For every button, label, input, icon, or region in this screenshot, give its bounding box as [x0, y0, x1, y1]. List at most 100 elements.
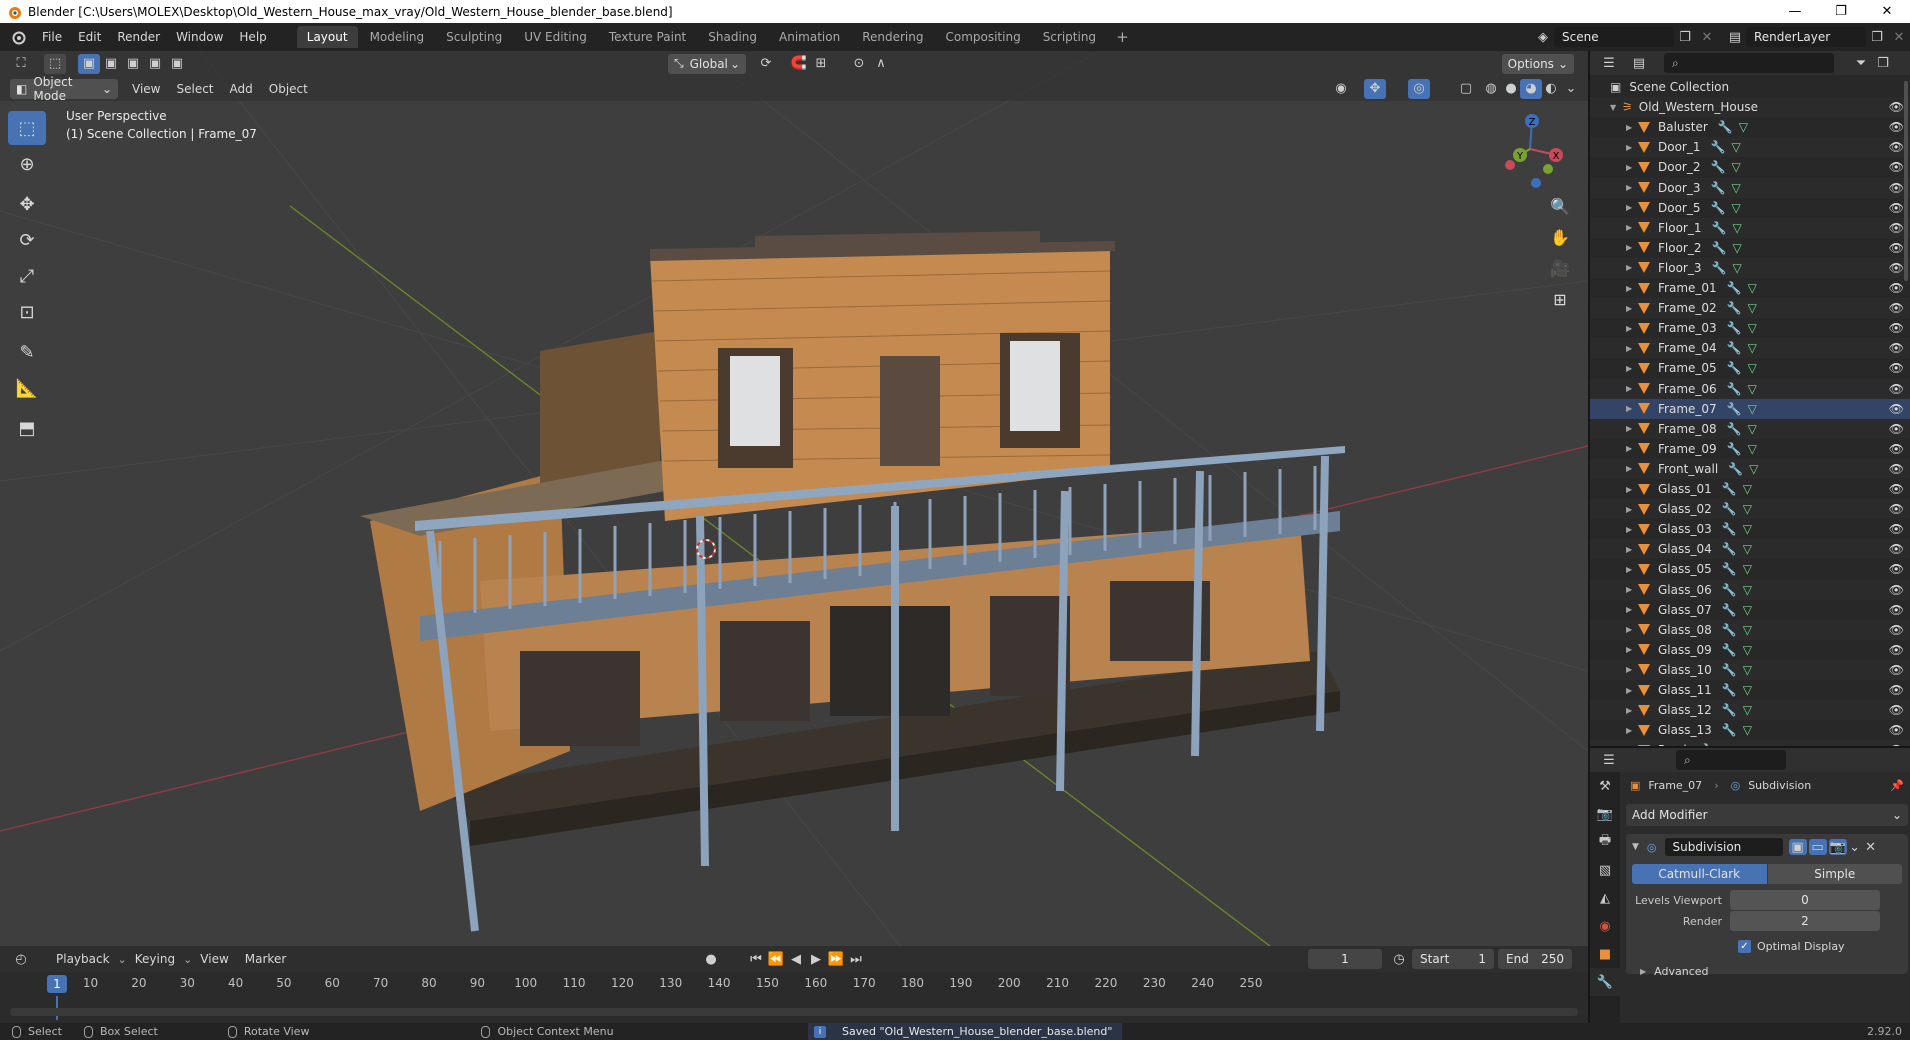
tab-sculpting[interactable]: Sculpting: [436, 26, 512, 48]
mesh-data-icon[interactable]: ▽: [1739, 120, 1748, 134]
tab-texture-paint[interactable]: Texture Paint: [599, 26, 696, 48]
visibility-eye-icon[interactable]: 👁: [1889, 462, 1904, 476]
expand-arrow-icon[interactable]: ▶: [1626, 424, 1638, 433]
expand-arrow-icon[interactable]: ▶: [1626, 665, 1638, 674]
cursor-tool-icon[interactable]: ⊕: [8, 147, 46, 181]
frame-ruler[interactable]: 1 10 20 30 40 50 60 70 80 90 100 110 120 130 140 150 16…: [0, 972, 1588, 996]
visibility-eye-icon[interactable]: 👁: [1889, 321, 1904, 335]
jump-start-icon[interactable]: ⏮: [745, 949, 767, 969]
scene-selector-icon[interactable]: ◈: [1532, 27, 1554, 47]
visibility-icon[interactable]: ◉: [1330, 79, 1352, 99]
modifier-icon[interactable]: 🔧: [1727, 402, 1742, 416]
mesh-data-icon[interactable]: ▽: [1748, 442, 1757, 456]
expand-arrow-icon[interactable]: ▶: [1626, 243, 1638, 252]
modifier-icon[interactable]: 🔧: [1712, 221, 1727, 235]
maximize-button[interactable]: ❐: [1818, 0, 1864, 23]
tab-shading[interactable]: Shading: [698, 26, 767, 48]
outliner-object-row[interactable]: ▶ Glass_09 🔧 ▽ 👁: [1590, 640, 1910, 660]
snap-target-icon[interactable]: ⊞: [810, 54, 832, 74]
outliner-object-row[interactable]: ▶ Baluster 🔧 ▽ 👁: [1590, 117, 1910, 137]
visibility-eye-icon[interactable]: 👁: [1889, 663, 1904, 677]
visibility-eye-icon[interactable]: 👁: [1889, 482, 1904, 496]
tab-uv-editing[interactable]: UV Editing: [514, 26, 597, 48]
expand-arrow-icon[interactable]: ▶: [1626, 726, 1638, 735]
expand-arrow-icon[interactable]: ▶: [1626, 364, 1638, 373]
timeline-menu-playback[interactable]: Playback: [48, 952, 118, 966]
viewport-menu-add[interactable]: Add: [222, 82, 261, 96]
zoom-view-icon[interactable]: 🔍: [1545, 191, 1575, 221]
tab-rendering[interactable]: Rendering: [852, 26, 933, 48]
collapse-arrow-icon[interactable]: ▼: [1632, 842, 1639, 852]
mesh-data-icon[interactable]: ▽: [1748, 361, 1757, 375]
visibility-eye-icon[interactable]: 👁: [1889, 683, 1904, 697]
viewport-toggle-icon[interactable]: ▭: [1808, 839, 1827, 855]
blender-menu-icon[interactable]: [10, 29, 26, 45]
snap-icon[interactable]: 🧲: [788, 54, 810, 74]
outliner-object-row[interactable]: ▶ Glass_05 🔧 ▽ 👁: [1590, 559, 1910, 579]
mesh-data-icon[interactable]: ▽: [1743, 683, 1752, 697]
tool-select-icon[interactable]: ⬚: [44, 53, 66, 74]
annotate-tool-icon[interactable]: ✎: [8, 335, 46, 369]
expand-arrow-icon[interactable]: ▶: [1626, 163, 1638, 172]
modifier-icon[interactable]: 🔧: [1722, 603, 1737, 617]
mesh-data-icon[interactable]: ▽: [1731, 140, 1740, 154]
visibility-eye-icon[interactable]: 👁: [1889, 261, 1904, 275]
jump-keyframe-forward-icon[interactable]: ⏩: [825, 949, 847, 969]
render-tab-icon[interactable]: 📷: [1590, 800, 1620, 828]
modifier-icon[interactable]: 🔧: [1722, 502, 1737, 516]
auto-keying-icon[interactable]: ●: [700, 949, 722, 969]
expand-arrow-icon[interactable]: ▶: [1626, 203, 1638, 212]
mesh-data-icon[interactable]: ▽: [1731, 160, 1740, 174]
falloff-icon[interactable]: ∧: [870, 54, 892, 74]
shading-options-icon[interactable]: ⌄: [1560, 79, 1582, 99]
new-view-layer-icon[interactable]: ❐: [1866, 27, 1888, 47]
object-mode-dropdown[interactable]: ◧ Object Mode ⌄: [10, 75, 118, 103]
render-levels-field[interactable]: 2: [1730, 911, 1880, 931]
mesh-data-icon[interactable]: ▽: [1748, 281, 1757, 295]
outliner-object-row[interactable]: ▶ Glass_02 🔧 ▽ 👁: [1590, 499, 1910, 520]
mesh-data-icon[interactable]: ▽: [1743, 522, 1752, 536]
advanced-subpanel[interactable]: ▶ Advanced: [1626, 963, 1908, 979]
visibility-eye-icon[interactable]: 👁: [1889, 281, 1904, 295]
ortho-toggle-icon[interactable]: ⊞: [1545, 284, 1575, 314]
modifier-icon[interactable]: 🔧: [1722, 703, 1737, 717]
render-layer-field[interactable]: RenderLayer: [1746, 27, 1866, 47]
world-tab-icon[interactable]: ◉: [1590, 912, 1620, 940]
start-frame-field[interactable]: Start 1: [1412, 949, 1494, 969]
current-frame-field[interactable]: 1: [1308, 949, 1382, 969]
outliner-object-row[interactable]: ▶ Glass_01 🔧 ▽ 👁: [1590, 479, 1910, 499]
tab-layout[interactable]: Layout: [296, 26, 358, 48]
expand-arrow-icon[interactable]: ▶: [1626, 625, 1638, 634]
visibility-eye-icon[interactable]: 👁: [1889, 703, 1904, 717]
solid-shading-icon[interactable]: ●: [1500, 79, 1522, 99]
outliner-object-row[interactable]: ▶ Glass_04 🔧 ▽ 👁: [1590, 539, 1910, 560]
outliner-object-row[interactable]: ▶ Door_5 🔧 ▽ 👁: [1590, 198, 1910, 218]
outliner[interactable]: ☰ ▤ ⌕ ⏷ ❐ ▣ Scene Collection ▼ ⚞ Old_Western…: [1588, 51, 1910, 746]
visibility-eye-icon[interactable]: 👁: [1889, 181, 1904, 195]
render-toggle-icon[interactable]: 📷: [1828, 839, 1847, 855]
mesh-data-icon[interactable]: ▽: [1743, 623, 1752, 637]
modifier-icon[interactable]: 🔧: [1722, 522, 1737, 536]
expand-arrow-icon[interactable]: ▶: [1626, 505, 1638, 514]
mesh-data-icon[interactable]: ▽: [1748, 382, 1757, 396]
expand-arrow-icon[interactable]: ▶: [1626, 263, 1638, 272]
mesh-data-icon[interactable]: ▽: [1731, 201, 1740, 215]
navigation-gizmo[interactable]: Z X Y: [1490, 111, 1570, 191]
expand-arrow-icon[interactable]: ▶: [1626, 485, 1638, 494]
expand-arrow-icon[interactable]: ▶: [1626, 143, 1638, 152]
scene-tab-icon[interactable]: ◭: [1590, 884, 1620, 912]
select-extend-icon[interactable]: ▣: [100, 54, 122, 74]
outliner-object-row[interactable]: ▶ Glass_06 🔧 ▽ 👁: [1590, 579, 1910, 600]
outliner-scene-collection[interactable]: ▣ Scene Collection: [1590, 77, 1910, 97]
mesh-data-icon[interactable]: ▽: [1743, 723, 1752, 737]
transform-orientation-dropdown[interactable]: ⤡ Global ⌄: [668, 53, 746, 74]
expand-arrow-icon[interactable]: ▶: [1626, 464, 1638, 473]
select-subtract-icon[interactable]: ▣: [122, 54, 144, 74]
modifier-menu-icon[interactable]: ⌄: [1847, 837, 1863, 857]
gizmo-toggle-icon[interactable]: ✥: [1364, 78, 1386, 99]
properties-editor-type-icon[interactable]: ☰: [1598, 750, 1620, 770]
minimize-button[interactable]: —: [1772, 0, 1818, 23]
visibility-eye-icon[interactable]: 👁: [1889, 140, 1904, 154]
modifier-icon[interactable]: 🔧: [1711, 140, 1726, 154]
visibility-eye-icon[interactable]: 👁: [1889, 201, 1904, 215]
